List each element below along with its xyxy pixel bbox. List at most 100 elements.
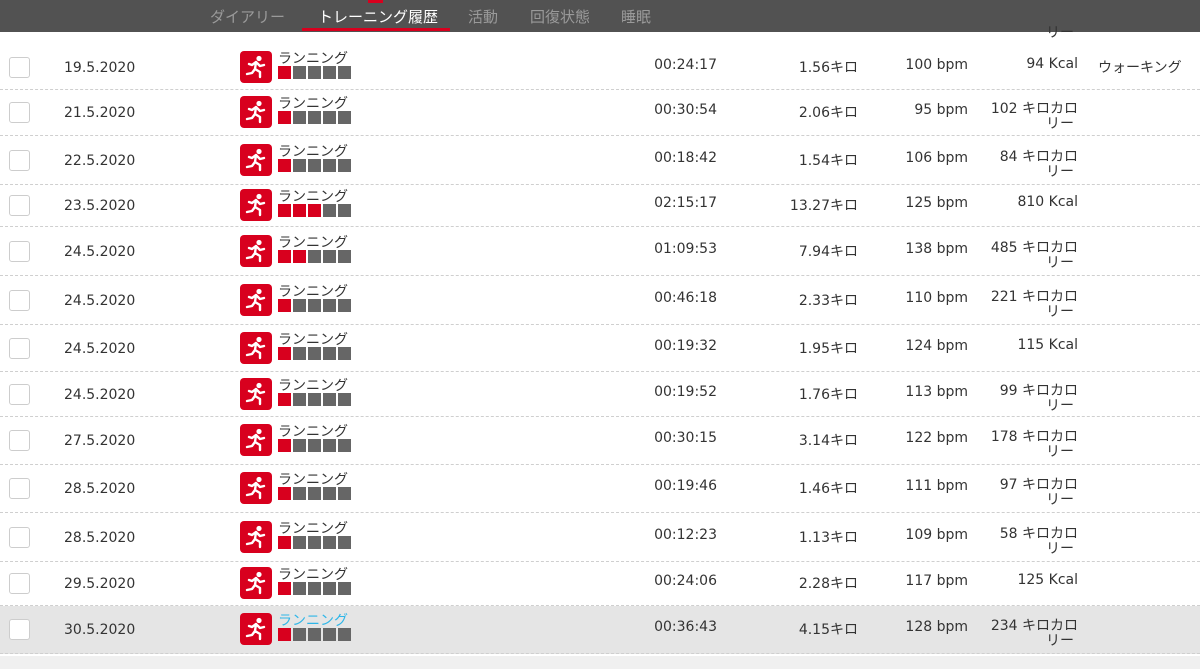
- table-row[interactable]: 22.5.2020 ランニング 00:18:42 1.54キロ 106 bpm 84 キロ…: [0, 136, 1200, 185]
- load-bar-segment: [338, 439, 351, 452]
- row-checkbox[interactable]: [9, 150, 30, 171]
- calories-line-1: 125 Kcal: [1017, 572, 1078, 588]
- table-row[interactable]: 24.5.2020 ランニング 01:09:53 7.94キロ 138 bpm 485 キ…: [0, 227, 1200, 276]
- row-heart-rate: 100 bpm: [905, 57, 968, 73]
- row-duration: 00:24:06: [654, 573, 717, 589]
- tab-sleep[interactable]: 睡眠: [621, 6, 651, 30]
- row-checkbox[interactable]: [9, 619, 30, 640]
- load-bar-segment: [323, 393, 336, 406]
- nav-accent-mark: [368, 0, 383, 3]
- running-icon[interactable]: [240, 567, 272, 599]
- sport-name-link[interactable]: ランニング: [278, 564, 348, 584]
- row-calories: 178 キロカロ リー: [982, 430, 1078, 460]
- running-icon[interactable]: [240, 189, 272, 221]
- row-checkbox[interactable]: [9, 241, 30, 262]
- running-icon[interactable]: [240, 51, 272, 83]
- row-checkbox[interactable]: [9, 57, 30, 78]
- row-date: 24.5.2020: [64, 341, 136, 357]
- tab-recovery[interactable]: 回復状態: [530, 6, 590, 30]
- table-row[interactable]: 23.5.2020 ランニング 02:15:17 13.27キロ 125 bpm 810 …: [0, 185, 1200, 227]
- row-calories: 115 Kcal: [982, 338, 1078, 353]
- running-icon[interactable]: [240, 284, 272, 316]
- calories-line-1: 234 キロカロ: [990, 618, 1078, 634]
- tab-activity[interactable]: 活動: [468, 6, 498, 30]
- sport-name-link[interactable]: ランニング: [278, 610, 348, 630]
- row-duration: 01:09:53: [654, 241, 717, 257]
- row-checkbox[interactable]: [9, 527, 30, 548]
- sport-name-link[interactable]: ランニング: [278, 518, 348, 538]
- load-bar-segment: [293, 66, 306, 79]
- row-duration: 00:30:15: [654, 430, 717, 446]
- row-checkbox[interactable]: [9, 573, 30, 594]
- tab-diary[interactable]: ダイアリー: [210, 6, 285, 30]
- table-row[interactable]: 24.5.2020 ランニング 00:46:18 2.33キロ 110 bpm 221 キ…: [0, 276, 1200, 325]
- sport-name-link[interactable]: ランニング: [278, 186, 348, 206]
- running-icon[interactable]: [240, 332, 272, 364]
- table-row[interactable]: 24.5.2020 ランニング 00:19:32 1.95キロ 124 bpm 115 K…: [0, 325, 1200, 372]
- row-checkbox[interactable]: [9, 102, 30, 123]
- row-checkbox[interactable]: [9, 338, 30, 359]
- calories-line-1: 94 Kcal: [1026, 56, 1078, 72]
- load-bar-segment: [278, 582, 291, 595]
- calories-line-2: リー: [1046, 304, 1074, 320]
- sport-name-link[interactable]: ランニング: [278, 141, 348, 161]
- running-icon[interactable]: [240, 613, 272, 645]
- row-checkbox[interactable]: [9, 195, 30, 216]
- running-icon[interactable]: [240, 378, 272, 410]
- load-bar-segment: [338, 628, 351, 641]
- load-bar-segment: [278, 536, 291, 549]
- calories-line-1: 485 キロカロ: [990, 240, 1078, 256]
- table-row[interactable]: 28.5.2020 ランニング 00:12:23 1.13キロ 109 bpm 58 キロ…: [0, 513, 1200, 562]
- sport-name-link[interactable]: ランニング: [278, 232, 348, 252]
- load-bar-segment: [293, 393, 306, 406]
- row-checkbox[interactable]: [9, 430, 30, 451]
- load-bar-segment: [308, 204, 321, 217]
- load-bar-segment: [278, 159, 291, 172]
- sport-name-link[interactable]: ランニング: [278, 93, 348, 113]
- sport-name-link[interactable]: ランニング: [278, 329, 348, 349]
- load-bar-segment: [308, 111, 321, 124]
- running-icon[interactable]: [240, 235, 272, 267]
- load-bar-segment: [338, 487, 351, 500]
- row-date: 27.5.2020: [64, 433, 136, 449]
- running-icon[interactable]: [240, 424, 272, 456]
- load-bar-segment: [278, 439, 291, 452]
- row-checkbox[interactable]: [9, 384, 30, 405]
- table-row[interactable]: 28.5.2020 ランニング 00:19:46 1.46キロ 111 bpm 97 キロ…: [0, 465, 1200, 513]
- row-date: 28.5.2020: [64, 530, 136, 546]
- row-distance: 4.15キロ: [798, 622, 858, 638]
- row-calories: 58 キロカロ リー: [982, 527, 1078, 557]
- load-bar-segment: [293, 536, 306, 549]
- row-date: 28.5.2020: [64, 481, 136, 497]
- sport-name-link[interactable]: ランニング: [278, 48, 348, 68]
- row-checkbox[interactable]: [9, 290, 30, 311]
- row-date: 21.5.2020: [64, 105, 136, 121]
- table-row[interactable]: 24.5.2020 ランニング 00:19:52 1.76キロ 113 bpm 99 キロ…: [0, 372, 1200, 417]
- row-heart-rate: 128 bpm: [905, 619, 968, 635]
- table-row[interactable]: 30.5.2020 ランニング 00:36:43 4.15キロ 128 bpm 234 キ…: [0, 606, 1200, 654]
- running-icon[interactable]: [240, 96, 272, 128]
- load-bar-segment: [293, 628, 306, 641]
- row-duration: 00:30:54: [654, 102, 717, 118]
- table-row[interactable]: 21.5.2020 ランニング 00:30:54 2.06キロ 95 bpm 102 キロ…: [0, 90, 1200, 136]
- table-row[interactable]: 29.5.2020 ランニング 00:24:06 2.28キロ 117 bpm 125 K…: [0, 562, 1200, 606]
- row-calories: 84 キロカロ リー: [982, 150, 1078, 180]
- running-icon[interactable]: [240, 144, 272, 176]
- running-icon[interactable]: [240, 472, 272, 504]
- row-checkbox[interactable]: [9, 478, 30, 499]
- load-bar-segment: [293, 111, 306, 124]
- load-bar-segment: [338, 536, 351, 549]
- load-bar-segment: [323, 628, 336, 641]
- sport-name-link[interactable]: ランニング: [278, 469, 348, 489]
- sport-name-link[interactable]: ランニング: [278, 421, 348, 441]
- row-heart-rate: 124 bpm: [905, 338, 968, 354]
- sport-name-link[interactable]: ランニング: [278, 375, 348, 395]
- sport-name-link[interactable]: ランニング: [278, 281, 348, 301]
- running-icon[interactable]: [240, 521, 272, 553]
- table-row[interactable]: 27.5.2020 ランニング 00:30:15 3.14キロ 122 bpm 178 キ…: [0, 417, 1200, 465]
- tab-training-history[interactable]: トレーニング履歴: [318, 6, 438, 30]
- row-distance: 2.28キロ: [798, 576, 858, 592]
- calories-line-1: 810 Kcal: [1017, 194, 1078, 210]
- table-row[interactable]: 19.5.2020 ランニング 00:24:17 1.56キロ 100 bpm 94 Kc…: [0, 45, 1200, 90]
- calories-line-2: リー: [1046, 164, 1074, 180]
